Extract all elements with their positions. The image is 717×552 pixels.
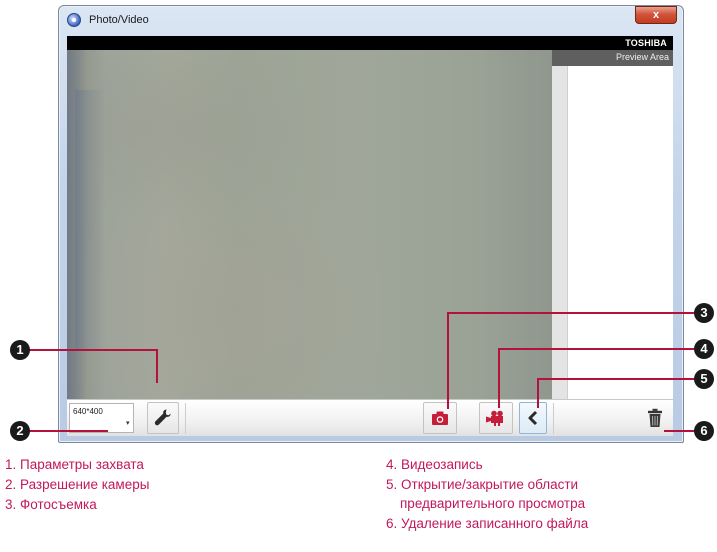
callout-5: 5 (694, 369, 714, 389)
leader-line-2 (26, 430, 108, 432)
record-video-button[interactable] (479, 402, 513, 434)
toggle-preview-button[interactable] (519, 402, 547, 434)
leader-line-3 (447, 312, 449, 409)
window-title: Photo/Video (89, 14, 149, 26)
take-photo-button[interactable] (423, 402, 457, 434)
title-bar: Photo/Video x (59, 6, 683, 36)
leader-line-6 (664, 430, 694, 432)
trash-icon (648, 408, 662, 427)
leader-line-1 (156, 349, 158, 383)
toolbar-divider (185, 403, 186, 434)
figure: Photo/Video x TOSHIBA Preview Area 640*4… (0, 0, 717, 552)
camera-icon (432, 411, 448, 425)
toolbar-divider (553, 403, 554, 434)
close-button[interactable]: x (635, 6, 677, 24)
caption-delete-file: 6. Удаление записанного файла (386, 516, 589, 531)
toolbar: 640*400 ▾ (67, 399, 673, 436)
leader-line-4 (498, 348, 500, 408)
preview-area-header: Preview Area (552, 50, 673, 66)
video-camera-icon (486, 410, 503, 426)
camera-preview (67, 50, 552, 399)
resolution-select[interactable]: 640*400 ▾ (69, 403, 134, 433)
leader-line-4 (499, 348, 694, 350)
brand-bar: TOSHIBA (67, 36, 673, 50)
caption-capture-settings: 1. Параметры захвата (5, 457, 144, 472)
callout-6: 6 (694, 421, 714, 441)
caption-camera-resolution: 2. Разрешение камеры (5, 477, 150, 492)
leader-line-3 (448, 312, 694, 314)
resolution-value: 640*400 (73, 407, 103, 416)
callout-2: 2 (10, 421, 30, 441)
brand-logo: TOSHIBA (625, 38, 667, 48)
chevron-down-icon: ▾ (126, 420, 130, 427)
caption-toggle-preview-cont: предварительного просмотра (400, 496, 586, 511)
caption-video-record: 4. Видеозапись (386, 457, 483, 472)
callout-4: 4 (694, 339, 714, 359)
capture-settings-button[interactable] (147, 402, 179, 434)
callout-1: 1 (10, 340, 30, 360)
caption-take-photo: 3. Фотосъемка (5, 497, 97, 512)
leader-line-5 (537, 378, 539, 408)
wrench-icon (154, 409, 171, 426)
camera-app-icon (67, 13, 81, 27)
chevron-left-icon (528, 410, 538, 426)
callout-3: 3 (694, 303, 714, 323)
leader-line-5 (538, 378, 694, 380)
preview-area-label: Preview Area (615, 52, 669, 62)
leader-line-1 (26, 349, 158, 351)
caption-toggle-preview: 5. Открытие/закрытие области (386, 477, 579, 492)
